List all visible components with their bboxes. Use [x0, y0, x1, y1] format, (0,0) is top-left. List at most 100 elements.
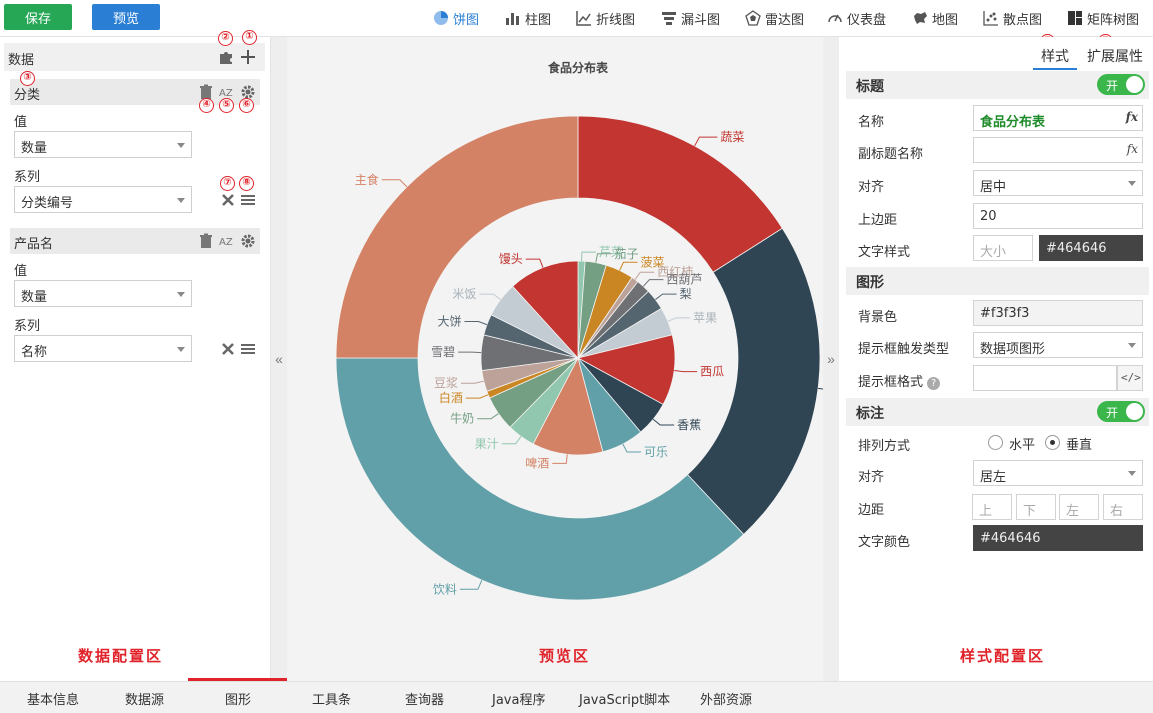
- radio-vertical[interactable]: [1045, 435, 1060, 450]
- chart-type-map[interactable]: 地图: [912, 0, 958, 36]
- series-label: 系列: [14, 319, 41, 334]
- line-chart-icon: [576, 11, 591, 26]
- chart-type-label: 柱图: [525, 12, 552, 28]
- value-select[interactable]: 数量: [14, 131, 192, 158]
- slice-label: 白酒: [439, 390, 463, 405]
- tab-extended-properties[interactable]: 扩展属性: [1087, 46, 1143, 66]
- subtitle-input[interactable]: fx: [973, 137, 1143, 163]
- margin-left-placeholder: 左: [1066, 504, 1080, 519]
- series-select[interactable]: 名称: [14, 335, 192, 362]
- chart-type-gauge[interactable]: 仪表盘: [827, 0, 886, 36]
- arrange-label: 排列方式: [858, 439, 911, 454]
- formula-icon[interactable]: fx: [1127, 142, 1138, 156]
- tab-java-program[interactable]: Java程序: [492, 689, 545, 708]
- chart-type-label: 漏斗图: [681, 12, 721, 28]
- puzzle-icon[interactable]: [218, 49, 234, 65]
- margin-right-input[interactable]: 右: [1103, 494, 1143, 520]
- label-leader-line: [501, 436, 522, 445]
- tab-style[interactable]: 样式: [1033, 46, 1077, 70]
- label-leader-line: [381, 179, 408, 188]
- margin-top-placeholder: 上: [979, 504, 993, 519]
- tab-query[interactable]: 查询器: [405, 689, 444, 708]
- title-toggle[interactable]: 开: [1097, 74, 1145, 95]
- menu-icon[interactable]: [240, 341, 256, 357]
- slice-label: 饮料: [433, 582, 457, 596]
- slice-label: 苹果: [693, 311, 717, 325]
- help-icon[interactable]: ?: [927, 377, 941, 390]
- chart-type-scatter[interactable]: 散点图: [983, 0, 1042, 36]
- tooltip-format-text: 提示框格式: [858, 375, 924, 390]
- chart-type-bar[interactable]: 柱图: [505, 0, 551, 36]
- tooltip-format-label: 提示框格式 ?: [858, 371, 941, 390]
- font-size-input[interactable]: 大小: [973, 235, 1033, 261]
- top-toolbar: 保存 预览 饼图 柱图 折线图 漏斗图 雷达图 仪表盘 地图 散点图 矩阵树图: [0, 0, 1153, 37]
- title-align-select[interactable]: 居中: [973, 170, 1143, 196]
- collapse-right-button[interactable]: »: [823, 37, 839, 681]
- label-leader-line: [694, 136, 718, 147]
- data-panel-title: 数据: [8, 53, 35, 68]
- bg-color-input[interactable]: #f3f3f3: [973, 300, 1143, 326]
- radio-horizontal[interactable]: [988, 435, 1003, 450]
- treemap-icon: [1068, 11, 1082, 25]
- label-leader-line: [674, 370, 698, 373]
- sort-az-icon[interactable]: AZ: [219, 233, 235, 249]
- trash-icon[interactable]: [198, 233, 214, 249]
- slice-label: 蔬菜: [720, 130, 744, 144]
- tooltip-trigger-select[interactable]: 数据项图形: [973, 332, 1143, 358]
- tab-toolbar[interactable]: 工具条: [312, 689, 351, 708]
- label-color-input[interactable]: #464646: [973, 525, 1143, 551]
- label-toggle[interactable]: 开: [1097, 401, 1145, 422]
- top-margin-input[interactable]: 20: [973, 203, 1143, 229]
- label-leader-line: [477, 413, 499, 420]
- value-select[interactable]: 数量: [14, 280, 192, 307]
- chart-type-radar[interactable]: 雷达图: [745, 0, 804, 36]
- series-label: 系列: [14, 170, 41, 185]
- tab-javascript[interactable]: JavaScript脚本: [579, 689, 670, 708]
- scissors-icon[interactable]: [220, 192, 236, 208]
- tab-basic-info[interactable]: 基本信息: [27, 689, 79, 708]
- slice-label: 雪碧: [431, 345, 455, 359]
- callout-badge: ①: [242, 30, 257, 45]
- pie-slice[interactable]: [686, 227, 821, 535]
- value-select-text: 数量: [21, 290, 48, 305]
- series-select-text: 分类编号: [21, 196, 74, 211]
- label-leader-line: [818, 387, 823, 390]
- tooltip-format-input[interactable]: [973, 365, 1117, 391]
- label-align-select[interactable]: 居左: [973, 460, 1143, 486]
- title-name-input[interactable]: 食品分布表 fx: [973, 105, 1143, 131]
- gear-icon[interactable]: [240, 233, 256, 249]
- chart-type-funnel[interactable]: 漏斗图: [661, 0, 720, 36]
- preview-button[interactable]: 预览: [92, 4, 160, 30]
- label-leader-line: [622, 443, 641, 453]
- series-select[interactable]: 分类编号: [14, 186, 192, 213]
- pie-chart: 食品分布表 蔬菜水果饮料主食芹菜茄子菠菜西红柿西葫芦梨苹果西瓜香蕉可乐啤酒果汁牛…: [335, 60, 823, 601]
- formula-icon[interactable]: fx: [1126, 110, 1138, 124]
- margin-bottom-input[interactable]: 下: [1016, 494, 1056, 520]
- funnel-chart-icon: [662, 12, 676, 25]
- title-color-input[interactable]: #464646: [1039, 235, 1143, 261]
- collapse-left-button[interactable]: «: [271, 37, 287, 681]
- menu-icon[interactable]: [240, 192, 256, 208]
- code-editor-button[interactable]: </>: [1117, 365, 1143, 391]
- tab-graphics[interactable]: 图形: [225, 689, 251, 708]
- margin-top-input[interactable]: 上: [972, 494, 1012, 520]
- slice-label: 大饼: [437, 315, 461, 329]
- tab-data-source[interactable]: 数据源: [125, 689, 164, 708]
- add-icon[interactable]: [240, 49, 256, 65]
- label-align-label: 对齐: [858, 470, 885, 485]
- inner-pie-series: [480, 260, 676, 456]
- chart-type-pie[interactable]: 饼图: [433, 0, 479, 36]
- save-button[interactable]: 保存: [4, 4, 72, 30]
- tab-external-resources[interactable]: 外部资源: [700, 689, 752, 708]
- margin-bottom-placeholder: 下: [1023, 504, 1037, 519]
- tooltip-trigger-value: 数据项图形: [980, 342, 1046, 357]
- chart-type-treemap[interactable]: 矩阵树图: [1067, 0, 1139, 36]
- margin-left-input[interactable]: 左: [1059, 494, 1099, 520]
- subtitle-label: 副标题名称: [858, 147, 924, 162]
- top-margin-value: 20: [980, 209, 997, 224]
- radar-chart-icon: [745, 10, 761, 26]
- bar-chart-icon: [506, 13, 519, 25]
- scissors-icon[interactable]: [220, 341, 236, 357]
- chart-type-line[interactable]: 折线图: [576, 0, 635, 36]
- label-leader-line: [581, 251, 596, 262]
